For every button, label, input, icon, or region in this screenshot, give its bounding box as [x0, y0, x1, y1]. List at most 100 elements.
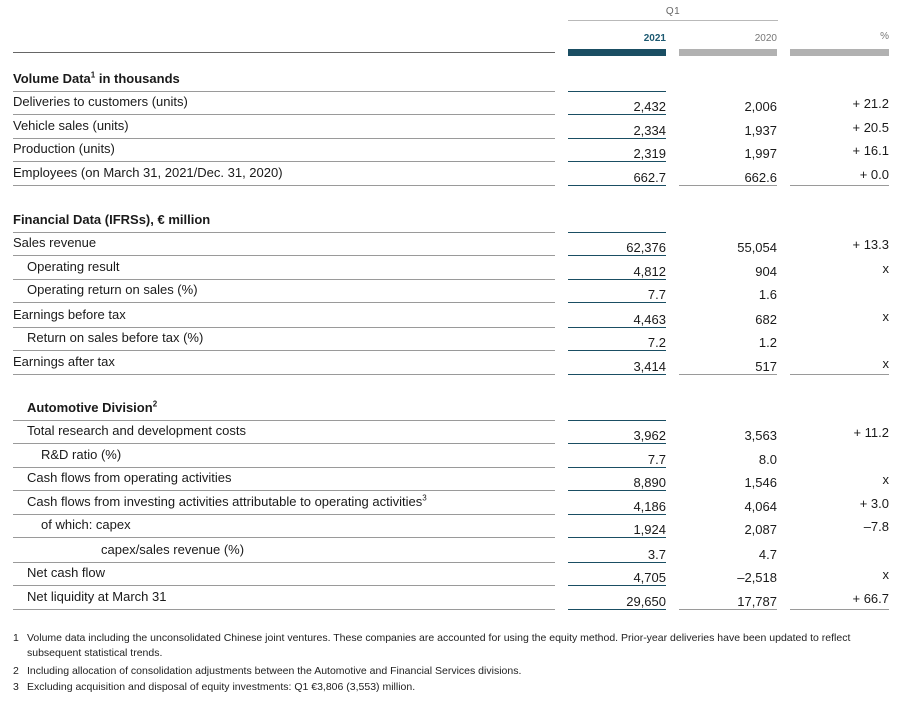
- value-2021: 2,432: [633, 99, 666, 114]
- value-2020: 1,937: [744, 123, 777, 138]
- value-percent: + 3.0: [859, 496, 889, 511]
- section-title-volume: Volume Data1 in thousands: [13, 70, 180, 86]
- row-label: Total research and development costs: [27, 423, 246, 438]
- value-2020: 55,054: [737, 240, 777, 255]
- table-row: Earnings after tax 3,414 517 x: [13, 352, 889, 375]
- section-header-financial: Financial Data (IFRSs), € million: [13, 210, 889, 233]
- value-2021: 662.7: [633, 170, 666, 185]
- table-row: Deliveries to customers (units) 2,432 2,…: [13, 92, 889, 115]
- section-title-financial: Financial Data (IFRSs), € million: [13, 212, 211, 227]
- table-row: of which: capex 1,924 2,087 –7.8: [13, 515, 889, 538]
- value-2021: 4,812: [633, 264, 666, 279]
- value-percent: + 0.0: [859, 167, 889, 182]
- table-row: capex/sales revenue (%) 3.7 4.7: [13, 540, 889, 563]
- table-row: Operating result 4,812 904 x: [13, 257, 889, 280]
- value-percent: x: [882, 567, 890, 582]
- row-label: Cash flows from operating activities: [27, 470, 232, 485]
- value-2020: 662.6: [744, 170, 777, 185]
- table-row: Employees (on March 31, 2021/Dec. 31, 20…: [13, 163, 889, 186]
- value-2020: 17,787: [737, 594, 777, 609]
- value-2020: 4,064: [744, 499, 777, 514]
- row-label: Net cash flow: [27, 565, 106, 580]
- value-2020: 2,087: [744, 522, 777, 537]
- table-row: Cash flows from operating activities 8,8…: [13, 468, 889, 491]
- value-2021: 4,463: [633, 312, 666, 327]
- period-header: Q1: [665, 6, 681, 17]
- value-2020: 1.2: [758, 335, 777, 350]
- value-percent: + 20.5: [852, 120, 889, 135]
- table-row: Earnings before tax 4,463 682 x: [13, 305, 889, 328]
- row-label: Operating return on sales (%): [27, 282, 198, 297]
- footnote-2: 2 Including allocation of consolidation …: [13, 665, 522, 677]
- row-label: R&D ratio (%): [41, 447, 122, 462]
- value-percent: + 13.3: [852, 237, 889, 252]
- header-rule: [13, 52, 555, 53]
- column-bar-percent: [790, 49, 889, 56]
- period-rule: [568, 20, 778, 21]
- row-label: Net liquidity at March 31: [27, 589, 167, 604]
- table-row: Operating return on sales (%) 7.7 1.6: [13, 280, 889, 303]
- value-percent: x: [882, 356, 890, 371]
- value-2021: 1,924: [633, 522, 666, 537]
- row-label: capex/sales revenue (%): [101, 542, 245, 557]
- value-percent: + 21.2: [852, 96, 889, 111]
- value-2021: 2,319: [633, 146, 666, 161]
- value-2020: 682: [755, 312, 777, 327]
- value-2021: 3.7: [647, 547, 666, 562]
- value-percent: –7.8: [863, 519, 889, 534]
- value-2020: 904: [755, 264, 777, 279]
- value-2021: 8,890: [633, 475, 666, 490]
- row-label: Employees (on March 31, 2021/Dec. 31, 20…: [13, 165, 283, 180]
- value-2021: 7.2: [647, 335, 666, 350]
- row-label: of which: capex: [41, 517, 131, 532]
- value-2021: 3,962: [633, 428, 666, 443]
- section-header-automotive: Automotive Division2: [13, 398, 889, 421]
- value-2021: 4,705: [633, 570, 666, 585]
- value-percent: x: [882, 472, 890, 487]
- table-row: Net cash flow 4,705 –2,518 x: [13, 563, 889, 586]
- row-label: Vehicle sales (units): [13, 118, 129, 133]
- value-2020: 1,997: [744, 146, 777, 161]
- row-label: Cash flows from investing activities att…: [27, 493, 427, 509]
- value-2020: 4.7: [758, 547, 777, 562]
- value-2020: 3,563: [744, 428, 777, 443]
- value-percent: x: [882, 261, 890, 276]
- column-header-2021: 2021: [643, 33, 666, 44]
- footnote-1: 1 Volume data including the unconsolidat…: [13, 632, 851, 659]
- row-label: Return on sales before tax (%): [27, 330, 204, 345]
- column-header-percent: %: [880, 31, 889, 42]
- column-header-2020: 2020: [754, 33, 777, 44]
- value-2021: 3,414: [633, 359, 666, 374]
- value-percent: + 11.2: [853, 425, 889, 440]
- value-2020: 2,006: [744, 99, 777, 114]
- value-2020: 1.6: [758, 287, 777, 302]
- value-2020: 1,546: [744, 475, 777, 490]
- value-2020: –2,518: [737, 570, 777, 585]
- value-2021: 62,376: [626, 240, 666, 255]
- value-2020: 517: [755, 359, 777, 374]
- row-label: Earnings before tax: [13, 307, 126, 322]
- table-row: Cash flows from investing activities att…: [13, 492, 889, 515]
- value-percent: + 16.1: [852, 143, 889, 158]
- table-row: Sales revenue 62,376 55,054 + 13.3: [13, 233, 889, 256]
- value-percent: + 66.7: [852, 591, 889, 606]
- row-label: Sales revenue: [13, 235, 97, 250]
- row-label: Deliveries to customers (units): [13, 94, 188, 109]
- table-row: Production (units) 2,319 1,997 + 16.1: [13, 139, 889, 162]
- section-title-automotive: Automotive Division2: [27, 399, 158, 415]
- column-bar-2021: [568, 49, 666, 56]
- table-row: Total research and development costs 3,9…: [13, 421, 889, 444]
- section-header-volume: Volume Data1 in thousands: [13, 69, 889, 92]
- value-2021: 29,650: [626, 594, 666, 609]
- row-label: Production (units): [13, 141, 115, 156]
- table-row: Return on sales before tax (%) 7.2 1.2: [13, 328, 889, 351]
- value-2020: 8.0: [758, 452, 777, 467]
- column-bar-2020: [679, 49, 777, 56]
- value-2021: 7.7: [647, 452, 666, 467]
- row-label: Operating result: [27, 259, 120, 274]
- value-percent: x: [882, 309, 890, 324]
- row-label: Earnings after tax: [13, 354, 115, 369]
- value-2021: 2,334: [633, 123, 666, 138]
- value-2021: 7.7: [647, 287, 666, 302]
- table-row: R&D ratio (%) 7.7 8.0: [13, 445, 889, 468]
